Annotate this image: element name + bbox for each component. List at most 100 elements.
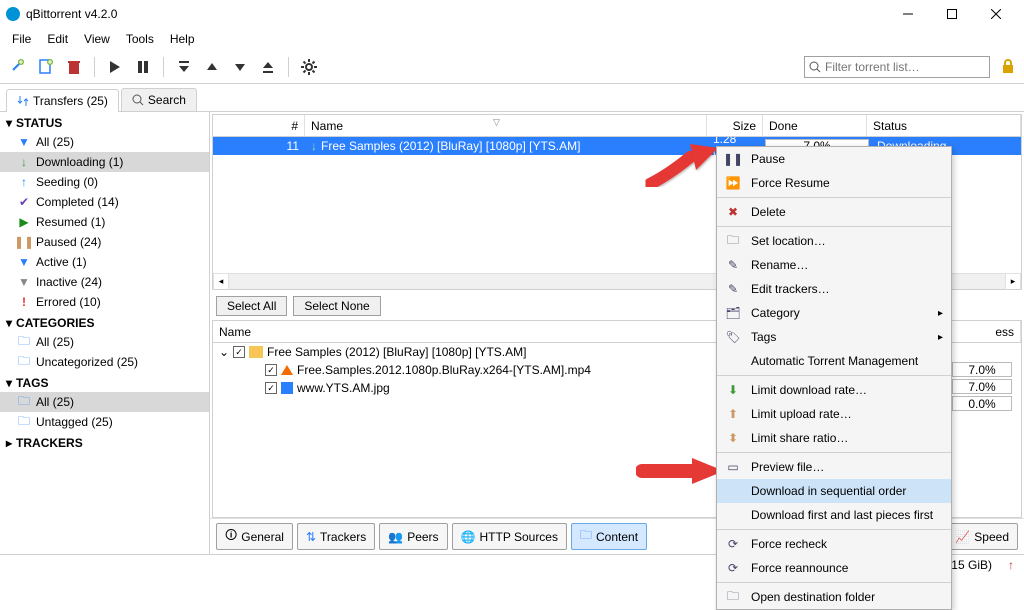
settings-button[interactable]: [297, 55, 321, 79]
cm-open-dest[interactable]: 🗀Open destination folder: [717, 585, 951, 609]
filter-icon: ▼: [18, 275, 30, 289]
sidebar-item-inactive[interactable]: ▼Inactive (24): [0, 272, 209, 292]
sidebar-group-tags[interactable]: ▾TAGS: [0, 374, 209, 392]
checkbox[interactable]: ✓: [265, 382, 277, 394]
add-link-button[interactable]: [6, 55, 30, 79]
cm-rename[interactable]: ✎Rename…: [717, 253, 951, 277]
menu-file[interactable]: File: [4, 30, 39, 48]
download-icon: ↓: [18, 155, 30, 169]
cm-preview[interactable]: ▭Preview file…: [717, 455, 951, 479]
cm-sequential[interactable]: Download in sequential order: [717, 479, 951, 503]
sidebar-group-categories[interactable]: ▾CATEGORIES: [0, 314, 209, 332]
tab-http[interactable]: 🌐HTTP Sources: [452, 523, 567, 550]
pause-button[interactable]: [131, 55, 155, 79]
tab-content[interactable]: 🗀Content: [571, 523, 647, 550]
cm-first-last[interactable]: Download first and last pieces first: [717, 503, 951, 527]
select-all-button[interactable]: Select All: [216, 296, 287, 316]
separator: [163, 57, 164, 77]
menu-tools[interactable]: Tools: [118, 30, 162, 48]
add-file-button[interactable]: [34, 55, 58, 79]
sidebar-group-trackers[interactable]: ▸TRACKERS: [0, 434, 209, 452]
move-up-button[interactable]: [200, 55, 224, 79]
sidebar-item-cat-uncat[interactable]: 🗀Uncategorized (25): [0, 352, 209, 372]
filter-input-container[interactable]: [804, 56, 990, 78]
sidebar-item-paused[interactable]: ❚❚Paused (24): [0, 232, 209, 252]
col-name[interactable]: Name: [305, 115, 707, 136]
move-top-button[interactable]: [172, 55, 196, 79]
sidebar-item-active[interactable]: ▼Active (1): [0, 252, 209, 272]
move-down-button[interactable]: [228, 55, 252, 79]
upload-icon: ↑: [18, 175, 30, 189]
recheck-icon: ⟳: [725, 537, 741, 551]
cm-force-resume[interactable]: ⏩Force Resume: [717, 171, 951, 195]
move-bottom-button[interactable]: [256, 55, 280, 79]
separator: [717, 375, 951, 376]
sidebar-item-cat-all[interactable]: 🗀All (25): [0, 332, 209, 352]
col-done[interactable]: Done: [763, 115, 867, 136]
cm-recheck[interactable]: ⟳Force recheck: [717, 532, 951, 556]
checkbox[interactable]: ✓: [233, 346, 245, 358]
minimize-button[interactable]: [886, 0, 930, 28]
sidebar-item-all[interactable]: ▼All (25): [0, 132, 209, 152]
cm-pause[interactable]: ❚❚Pause: [717, 147, 951, 171]
resume-button[interactable]: [103, 55, 127, 79]
menu-view[interactable]: View: [76, 30, 118, 48]
filter-input[interactable]: [825, 60, 985, 74]
sidebar-group-status[interactable]: ▾STATUS: [0, 114, 209, 132]
cm-tags[interactable]: 🏷Tags▸: [717, 325, 951, 349]
tab-search[interactable]: Search: [121, 88, 197, 111]
cm-delete[interactable]: ✖Delete: [717, 200, 951, 224]
filter-icon: ▼: [18, 255, 30, 269]
cm-set-location[interactable]: 🗀Set location…: [717, 229, 951, 253]
file-name: www.YTS.AM.jpg: [297, 381, 390, 395]
sidebar-item-downloading[interactable]: ↓Downloading (1): [0, 152, 209, 172]
scroll-right-button[interactable]: ▸: [1005, 274, 1021, 290]
cm-limit-up[interactable]: ⬆Limit upload rate…: [717, 402, 951, 426]
pause-icon: ❚❚: [18, 235, 30, 249]
sidebar-item-errored[interactable]: !Errored (10): [0, 292, 209, 312]
cm-limit-down[interactable]: ⬇Limit download rate…: [717, 378, 951, 402]
tab-speed[interactable]: 📈Speed: [946, 523, 1018, 550]
delete-button[interactable]: [62, 55, 86, 79]
tab-general[interactable]: 🛈General: [216, 523, 293, 550]
category-icon: 🗂: [725, 306, 741, 320]
sidebar-item-tag-all[interactable]: 🗀All (25): [0, 392, 209, 412]
filter-icon: ▼: [18, 135, 30, 149]
folder-icon: 🗀: [18, 392, 30, 413]
scroll-left-button[interactable]: ◂: [213, 274, 229, 290]
sidebar-item-completed[interactable]: ✔Completed (14): [0, 192, 209, 212]
col-size[interactable]: Size: [707, 115, 763, 136]
sidebar-item-seeding[interactable]: ↑Seeding (0): [0, 172, 209, 192]
progress-cell: 7.0%: [952, 379, 1012, 394]
torrent-grid-header[interactable]: # Name Size Done Status ▽: [213, 115, 1021, 137]
trackers-icon: ⇅: [306, 530, 316, 544]
cell-num: 11: [213, 139, 305, 153]
col-num[interactable]: #: [213, 115, 305, 136]
close-button[interactable]: [974, 0, 1018, 28]
tab-peers[interactable]: 👥Peers: [379, 523, 447, 550]
sidebar: ▾STATUS ▼All (25) ↓Downloading (1) ↑Seed…: [0, 112, 210, 554]
checkbox[interactable]: ✓: [265, 364, 277, 376]
lock-icon[interactable]: [1000, 58, 1018, 76]
download-icon: ↓: [311, 139, 317, 153]
peers-icon: 👥: [388, 530, 403, 544]
cm-edit-trackers[interactable]: ✎Edit trackers…: [717, 277, 951, 301]
tree-toggle-icon[interactable]: ⌄: [219, 345, 229, 359]
menu-help[interactable]: Help: [162, 30, 203, 48]
sidebar-item-resumed[interactable]: ▶Resumed (1): [0, 212, 209, 232]
maximize-button[interactable]: [930, 0, 974, 28]
tab-transfers[interactable]: Transfers (25): [6, 89, 119, 112]
select-none-button[interactable]: Select None: [293, 296, 380, 316]
col-status[interactable]: Status: [867, 115, 1021, 136]
file-name: Free Samples (2012) [BluRay] [1080p] [YT…: [267, 345, 526, 359]
menu-edit[interactable]: Edit: [39, 30, 76, 48]
cm-reannounce[interactable]: ⟳Force reannounce: [717, 556, 951, 580]
folder-icon: 🗀: [725, 231, 741, 252]
cm-limit-share[interactable]: ⬍Limit share ratio…: [717, 426, 951, 450]
cm-atm[interactable]: Automatic Torrent Management: [717, 349, 951, 373]
tab-trackers[interactable]: ⇅Trackers: [297, 523, 375, 550]
toolbar: [0, 50, 1024, 84]
cm-category[interactable]: 🗂Category▸: [717, 301, 951, 325]
sidebar-item-tag-untagged[interactable]: 🗀Untagged (25): [0, 412, 209, 432]
col-file-name[interactable]: Name: [213, 321, 733, 342]
